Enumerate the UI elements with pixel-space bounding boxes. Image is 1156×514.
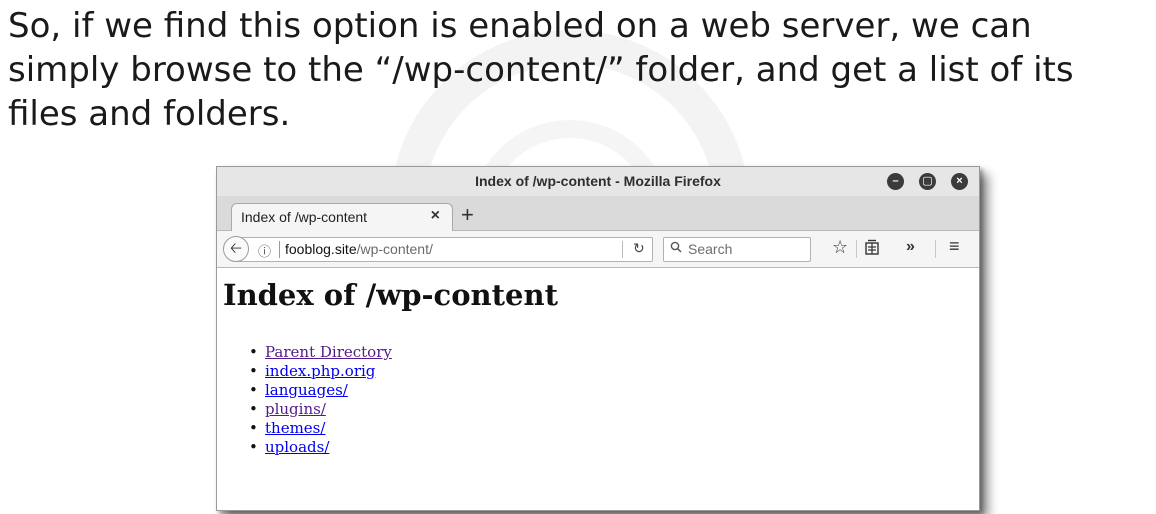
list-item: • themes/: [245, 419, 392, 438]
minimize-icon[interactable]: –: [887, 173, 904, 190]
page-title: Index of /wp-content: [223, 278, 558, 312]
new-tab-button[interactable]: +: [461, 202, 474, 228]
reload-icon[interactable]: ↻: [633, 240, 645, 257]
firefox-window: Index of /wp-content - Mozilla Firefox –…: [216, 166, 980, 511]
bullet: •: [249, 438, 258, 456]
tab-strip: Index of /wp-content × +: [217, 196, 979, 231]
close-icon[interactable]: ×: [951, 173, 968, 190]
window-titlebar[interactable]: Index of /wp-content - Mozilla Firefox –…: [217, 167, 979, 196]
page-content: Index of /wp-content • Parent Directory •…: [217, 268, 979, 510]
url-path: /wp-content/: [356, 241, 433, 257]
list-item: • index.php.orig: [245, 362, 392, 381]
back-icon[interactable]: 🡠: [223, 236, 249, 262]
maximize-icon[interactable]: ▢: [919, 173, 936, 190]
link-plugins[interactable]: plugins/: [265, 400, 326, 418]
bullet: •: [249, 419, 258, 437]
link-parent-directory[interactable]: Parent Directory: [265, 343, 392, 361]
tab-label: Index of /wp-content: [241, 209, 368, 225]
tab-active[interactable]: Index of /wp-content ×: [231, 203, 453, 231]
link-uploads[interactable]: uploads/: [265, 438, 329, 456]
window-title: Index of /wp-content - Mozilla Firefox: [475, 173, 721, 189]
url-separator: [279, 241, 280, 258]
bullet: •: [249, 381, 258, 399]
url-host: fooblog.site: [285, 241, 357, 257]
reading-list-icon[interactable]: [865, 239, 879, 260]
list-item: • Parent Directory: [245, 343, 392, 362]
directory-list: • Parent Directory • index.php.orig • langu…: [245, 343, 392, 457]
bullet: •: [249, 400, 258, 418]
link-index-php-orig[interactable]: index.php.orig: [265, 362, 375, 380]
toolbar-separator: [856, 240, 857, 258]
toolbar-separator: [935, 240, 936, 258]
overflow-icon[interactable]: »: [906, 238, 915, 256]
navigation-toolbar: 🡠 ⓘ fooblog.site/wp-content/ ↻ Search ☆ …: [217, 231, 979, 268]
slide-caption: So, if we find this option is enabled on…: [8, 6, 1074, 134]
url-text: fooblog.site/wp-content/: [285, 241, 433, 257]
bullet: •: [249, 343, 258, 361]
bullet: •: [249, 362, 258, 380]
list-item: • plugins/: [245, 400, 392, 419]
bookmark-star-icon[interactable]: ☆: [832, 237, 848, 258]
search-icon: [670, 240, 682, 256]
list-item: • uploads/: [245, 438, 392, 457]
reload-separator: [622, 241, 623, 258]
hamburger-menu-icon[interactable]: ≡: [949, 236, 960, 257]
link-themes[interactable]: themes/: [265, 419, 325, 437]
tab-close-icon[interactable]: ×: [431, 207, 440, 225]
url-bar[interactable]: ⓘ fooblog.site/wp-content/ ↻: [237, 237, 653, 262]
search-placeholder: Search: [688, 241, 733, 257]
list-item: • languages/: [245, 381, 392, 400]
info-icon[interactable]: ⓘ: [258, 241, 271, 260]
search-input[interactable]: Search: [663, 237, 811, 262]
link-languages[interactable]: languages/: [265, 381, 348, 399]
